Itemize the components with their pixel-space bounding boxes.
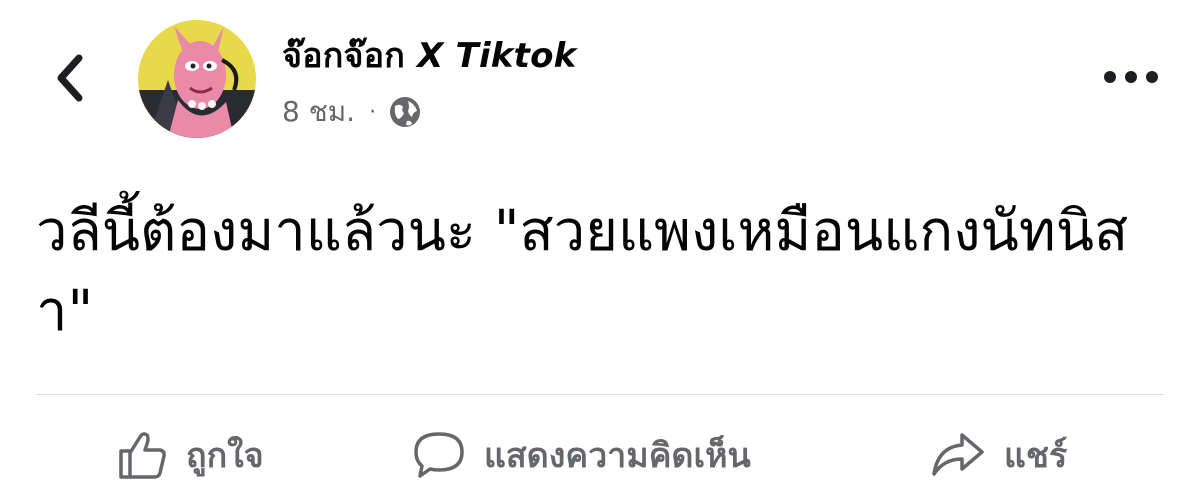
more-dot-icon xyxy=(1104,71,1116,83)
comment-label: แสดงความคิดเห็น xyxy=(484,436,751,476)
meta-separator: · xyxy=(369,99,377,125)
more-options-button[interactable] xyxy=(1104,64,1158,90)
comment-button[interactable]: แสดงความคิดเห็น xyxy=(412,420,751,490)
globe-icon xyxy=(390,97,421,127)
more-dot-icon xyxy=(1125,71,1137,83)
comment-icon xyxy=(414,432,464,478)
divider xyxy=(36,394,1164,395)
thumbs-up-icon xyxy=(119,432,166,479)
back-button[interactable] xyxy=(48,50,92,106)
author-name[interactable]: จ๊อกจ๊อก X Tiktok xyxy=(282,28,576,82)
author-name-thai: จ๊อกจ๊อก xyxy=(282,36,406,76)
post-header: จ๊อกจ๊อก X Tiktok 8 ชม. · xyxy=(0,0,1200,150)
more-dot-icon xyxy=(1146,71,1158,83)
like-label: ถูกใจ xyxy=(186,436,264,476)
share-label: แชร์ xyxy=(1004,436,1068,476)
like-button[interactable]: ถูกใจ xyxy=(116,420,264,490)
avatar-image xyxy=(138,20,256,138)
post-time[interactable]: 8 ชม. xyxy=(282,90,355,134)
author-name-en: X Tiktok xyxy=(417,36,577,76)
post-meta: 8 ชม. · xyxy=(282,90,422,134)
avatar[interactable] xyxy=(138,20,256,138)
share-arrow-icon xyxy=(932,433,984,476)
post-text: วลีนี้ต้องมาแล้วนะ "สวยแพงเหมือนแกงนัทนิ… xyxy=(36,199,1129,344)
share-button[interactable]: แชร์ xyxy=(930,420,1067,490)
action-bar: ถูกใจ แสดงความคิดเห็น แชร์ xyxy=(0,420,1200,490)
chevron-left-icon xyxy=(57,54,83,102)
